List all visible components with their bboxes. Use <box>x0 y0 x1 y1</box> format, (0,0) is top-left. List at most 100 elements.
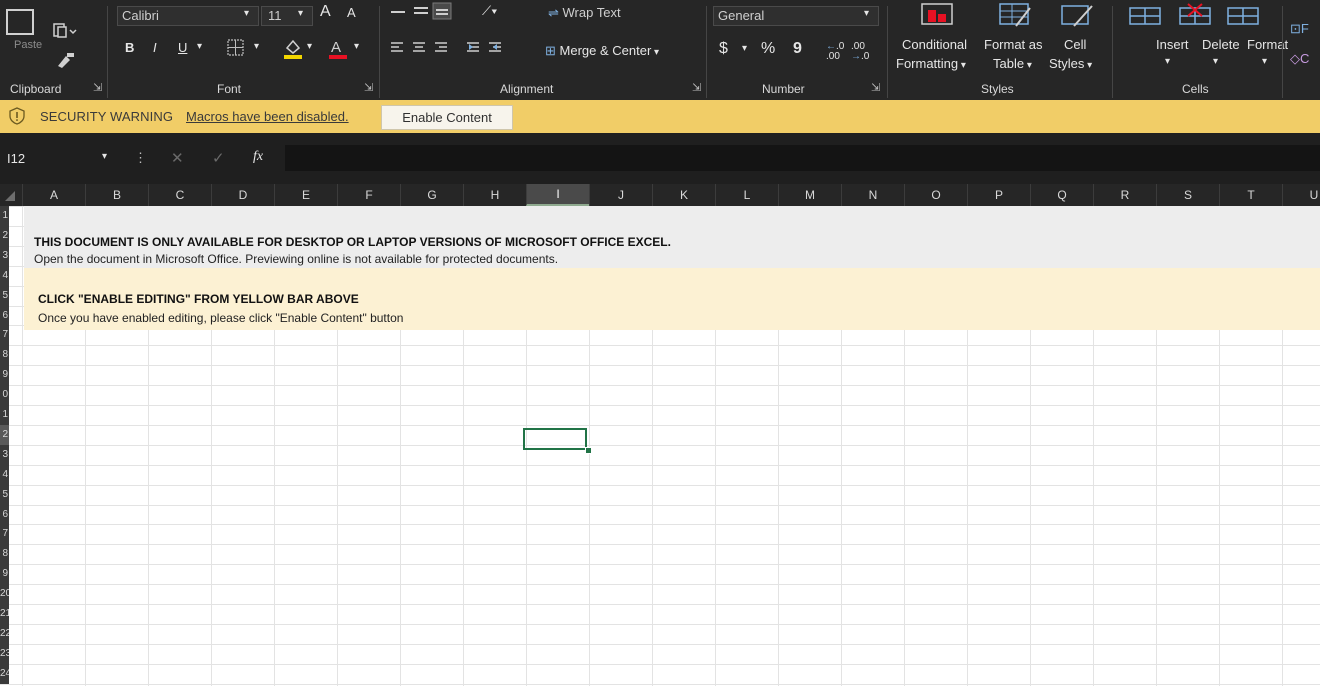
delete-button[interactable]: Delete <box>1202 38 1240 51</box>
enter-icon[interactable]: ✓ <box>212 151 225 166</box>
column-header-o[interactable]: O <box>904 184 967 206</box>
formula-input[interactable] <box>285 145 1320 171</box>
row-header-16[interactable]: 6 <box>0 505 9 525</box>
row-header-21[interactable]: 21 <box>0 604 9 624</box>
column-header-u[interactable]: U <box>1282 184 1320 206</box>
row-header-5[interactable]: 5 <box>0 286 9 306</box>
number-format-select[interactable]: General ▾ <box>713 6 879 26</box>
cell-styles-line2[interactable]: Styles ▾ <box>1049 57 1092 71</box>
delete-chevron-down-icon[interactable]: ▾ <box>1213 57 1218 67</box>
column-header-m[interactable]: M <box>778 184 841 206</box>
grow-font-button[interactable]: A <box>320 4 331 20</box>
underline-chevron-down-icon[interactable]: ▾ <box>197 42 202 52</box>
font-name-select[interactable]: Calibri ▾ <box>117 6 259 26</box>
column-header-e[interactable]: E <box>274 184 337 206</box>
cell-styles-icon[interactable] <box>1060 2 1096 28</box>
column-header-a[interactable]: A <box>22 184 85 206</box>
fill-chevron-down-icon[interactable]: ▾ <box>307 42 312 52</box>
row-header-7[interactable]: 7 <box>0 325 9 345</box>
column-header-h[interactable]: H <box>463 184 526 206</box>
orientation-icon[interactable]: ⟋▾ <box>482 4 497 17</box>
row-header-23[interactable]: 23 <box>0 644 9 664</box>
row-header-8[interactable]: 8 <box>0 345 9 365</box>
column-header-q[interactable]: Q <box>1030 184 1093 206</box>
format-as-table-button[interactable]: Format as <box>984 38 1043 51</box>
row-header-18[interactable]: 8 <box>0 544 9 564</box>
column-header-j[interactable]: J <box>589 184 652 206</box>
select-all-icon[interactable] <box>4 190 16 202</box>
name-box[interactable]: I12 ▾ ⋮ <box>0 145 150 171</box>
column-header-i[interactable]: I <box>526 184 589 206</box>
row-header-20[interactable]: 20 <box>0 584 9 604</box>
conditional-formatting-button[interactable]: Conditional <box>902 38 967 51</box>
conditional-formatting-icon[interactable] <box>920 2 956 28</box>
column-header-n[interactable]: N <box>841 184 904 206</box>
column-header-s[interactable]: S <box>1156 184 1219 206</box>
format-painter-icon[interactable] <box>54 50 76 70</box>
row-header-22[interactable]: 22 <box>0 624 9 644</box>
increase-decimal-icon[interactable]: ←.0.00 <box>826 42 844 62</box>
clear-icon[interactable]: ◇C <box>1290 52 1309 65</box>
number-launcher-icon[interactable]: ⇲ <box>871 83 880 94</box>
font-color-icon[interactable]: A <box>327 36 349 60</box>
vertical-align-icons[interactable] <box>389 2 465 20</box>
row-header-9[interactable]: 9 <box>0 365 9 385</box>
shrink-font-button[interactable]: A <box>347 6 356 19</box>
font-launcher-icon[interactable]: ⇲ <box>364 83 373 94</box>
format-as-table-icon[interactable] <box>998 2 1034 28</box>
column-header-d[interactable]: D <box>211 184 274 206</box>
format-as-table-line2[interactable]: Table ▾ <box>993 57 1032 71</box>
underline-button[interactable]: U <box>178 41 187 54</box>
italic-button[interactable]: I <box>153 41 157 54</box>
column-header-c[interactable]: C <box>148 184 211 206</box>
comma-button[interactable]: 9 <box>793 41 802 57</box>
horizontal-align-icons[interactable] <box>389 39 529 57</box>
clipboard-launcher-icon[interactable]: ⇲ <box>93 83 102 94</box>
row-header-4[interactable]: 4 <box>0 266 9 286</box>
insert-button[interactable]: Insert <box>1156 38 1189 51</box>
row-header-13[interactable]: 3 <box>0 445 9 465</box>
macros-disabled-link[interactable]: Macros have been disabled. <box>186 110 349 123</box>
more-options-icon[interactable]: ⋮ <box>134 151 147 164</box>
column-header-f[interactable]: F <box>337 184 400 206</box>
borders-chevron-down-icon[interactable]: ▾ <box>254 42 259 52</box>
column-header-r[interactable]: R <box>1093 184 1156 206</box>
column-header-g[interactable]: G <box>400 184 463 206</box>
column-header-b[interactable]: B <box>85 184 148 206</box>
row-header-14[interactable]: 4 <box>0 465 9 485</box>
bold-button[interactable]: B <box>125 41 134 54</box>
insert-chevron-down-icon[interactable]: ▾ <box>1165 57 1170 67</box>
fill-handle[interactable] <box>585 447 592 454</box>
selected-cell[interactable] <box>523 428 587 450</box>
row-header-3[interactable]: 3 <box>0 246 9 266</box>
merge-center-button[interactable]: ⊞ Merge & Center ▾ <box>545 44 659 58</box>
conditional-formatting-line2[interactable]: Formatting ▾ <box>896 57 966 71</box>
font-color-chevron-down-icon[interactable]: ▾ <box>354 42 359 52</box>
row-header-2[interactable]: 2 <box>0 226 9 246</box>
row-header-10[interactable]: 0 <box>0 385 9 405</box>
currency-button[interactable]: $ <box>719 41 728 57</box>
borders-icon[interactable] <box>226 38 246 58</box>
column-header-p[interactable]: P <box>967 184 1030 206</box>
column-header-t[interactable]: T <box>1219 184 1282 206</box>
percent-button[interactable]: % <box>761 41 775 57</box>
row-header-12[interactable]: 2 <box>0 425 9 445</box>
column-header-l[interactable]: L <box>715 184 778 206</box>
row-header-15[interactable]: 5 <box>0 485 9 505</box>
row-header-1[interactable]: 1 <box>0 206 9 226</box>
copy-icon[interactable] <box>52 22 78 42</box>
paste-button[interactable]: Paste <box>14 40 42 51</box>
worksheet-grid[interactable]: THIS DOCUMENT IS ONLY AVAILABLE FOR DESK… <box>0 206 1320 686</box>
row-header-17[interactable]: 7 <box>0 524 9 544</box>
fill-color-icon[interactable] <box>281 36 305 60</box>
enable-content-button[interactable]: Enable Content <box>381 105 513 130</box>
wrap-text-button[interactable]: ⇌ Wrap Text <box>548 6 621 19</box>
font-size-select[interactable]: 11 ▾ <box>261 6 313 26</box>
fill-icon[interactable]: ⊡F <box>1290 22 1309 35</box>
row-header-6[interactable]: 6 <box>0 306 9 326</box>
currency-chevron-down-icon[interactable]: ▾ <box>742 44 747 54</box>
cancel-icon[interactable]: ✕ <box>171 151 184 166</box>
row-header-19[interactable]: 9 <box>0 564 9 584</box>
row-header-11[interactable]: 1 <box>0 405 9 425</box>
row-header-24[interactable]: 24 <box>0 664 9 684</box>
